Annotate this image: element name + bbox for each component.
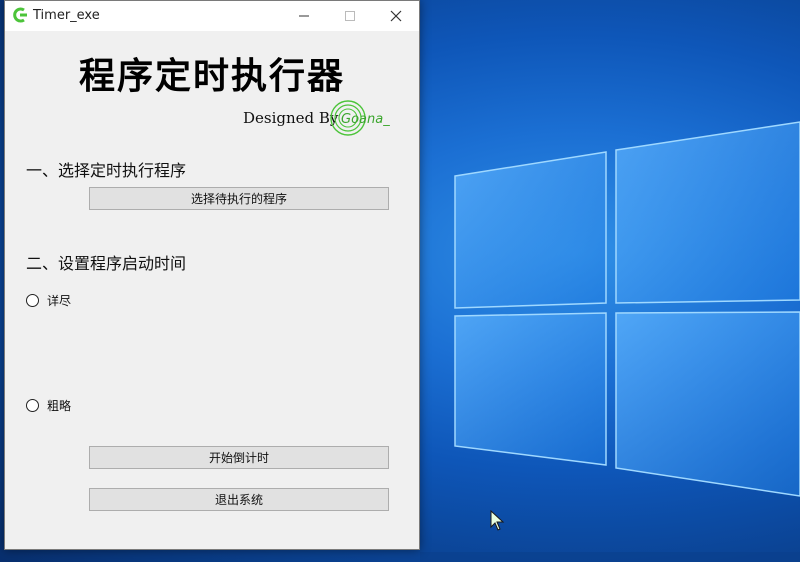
app-logo-icon [13, 7, 27, 23]
section-select-program-label: 一、选择定时执行程序 [26, 161, 187, 180]
choose-program-button[interactable]: 选择待执行的程序 [89, 187, 389, 210]
minimize-icon [299, 15, 309, 17]
radio-button-circle[interactable] [26, 399, 39, 412]
radio-rough-label: 粗略 [47, 399, 72, 413]
close-icon [390, 10, 402, 22]
title-bar[interactable]: Timer_exe [5, 1, 419, 31]
radio-rough[interactable]: 粗略 [26, 397, 71, 414]
app-window: Timer_exe 程序定时执行器 Designed By Goana_ 一、选… [4, 0, 420, 550]
window-title: Timer_exe [33, 8, 100, 23]
exit-system-button[interactable]: 退出系统 [89, 488, 389, 511]
close-button[interactable] [373, 1, 419, 31]
designed-by-label: Designed By [243, 109, 339, 127]
mouse-cursor-icon [490, 510, 505, 531]
app-heading: 程序定时执行器 [78, 56, 345, 97]
maximize-button[interactable] [327, 1, 373, 31]
maximize-icon [345, 11, 355, 21]
logo-text: Goana_ [341, 112, 390, 127]
radio-button-circle[interactable] [26, 294, 39, 307]
start-countdown-button[interactable]: 开始倒计时 [89, 446, 389, 469]
radio-detailed[interactable]: 详尽 [26, 292, 71, 309]
goana-logo: Goana_ [330, 100, 390, 136]
section-start-time-label: 二、设置程序启动时间 [26, 254, 187, 273]
minimize-button[interactable] [281, 1, 327, 31]
radio-detailed-label: 详尽 [47, 294, 72, 308]
